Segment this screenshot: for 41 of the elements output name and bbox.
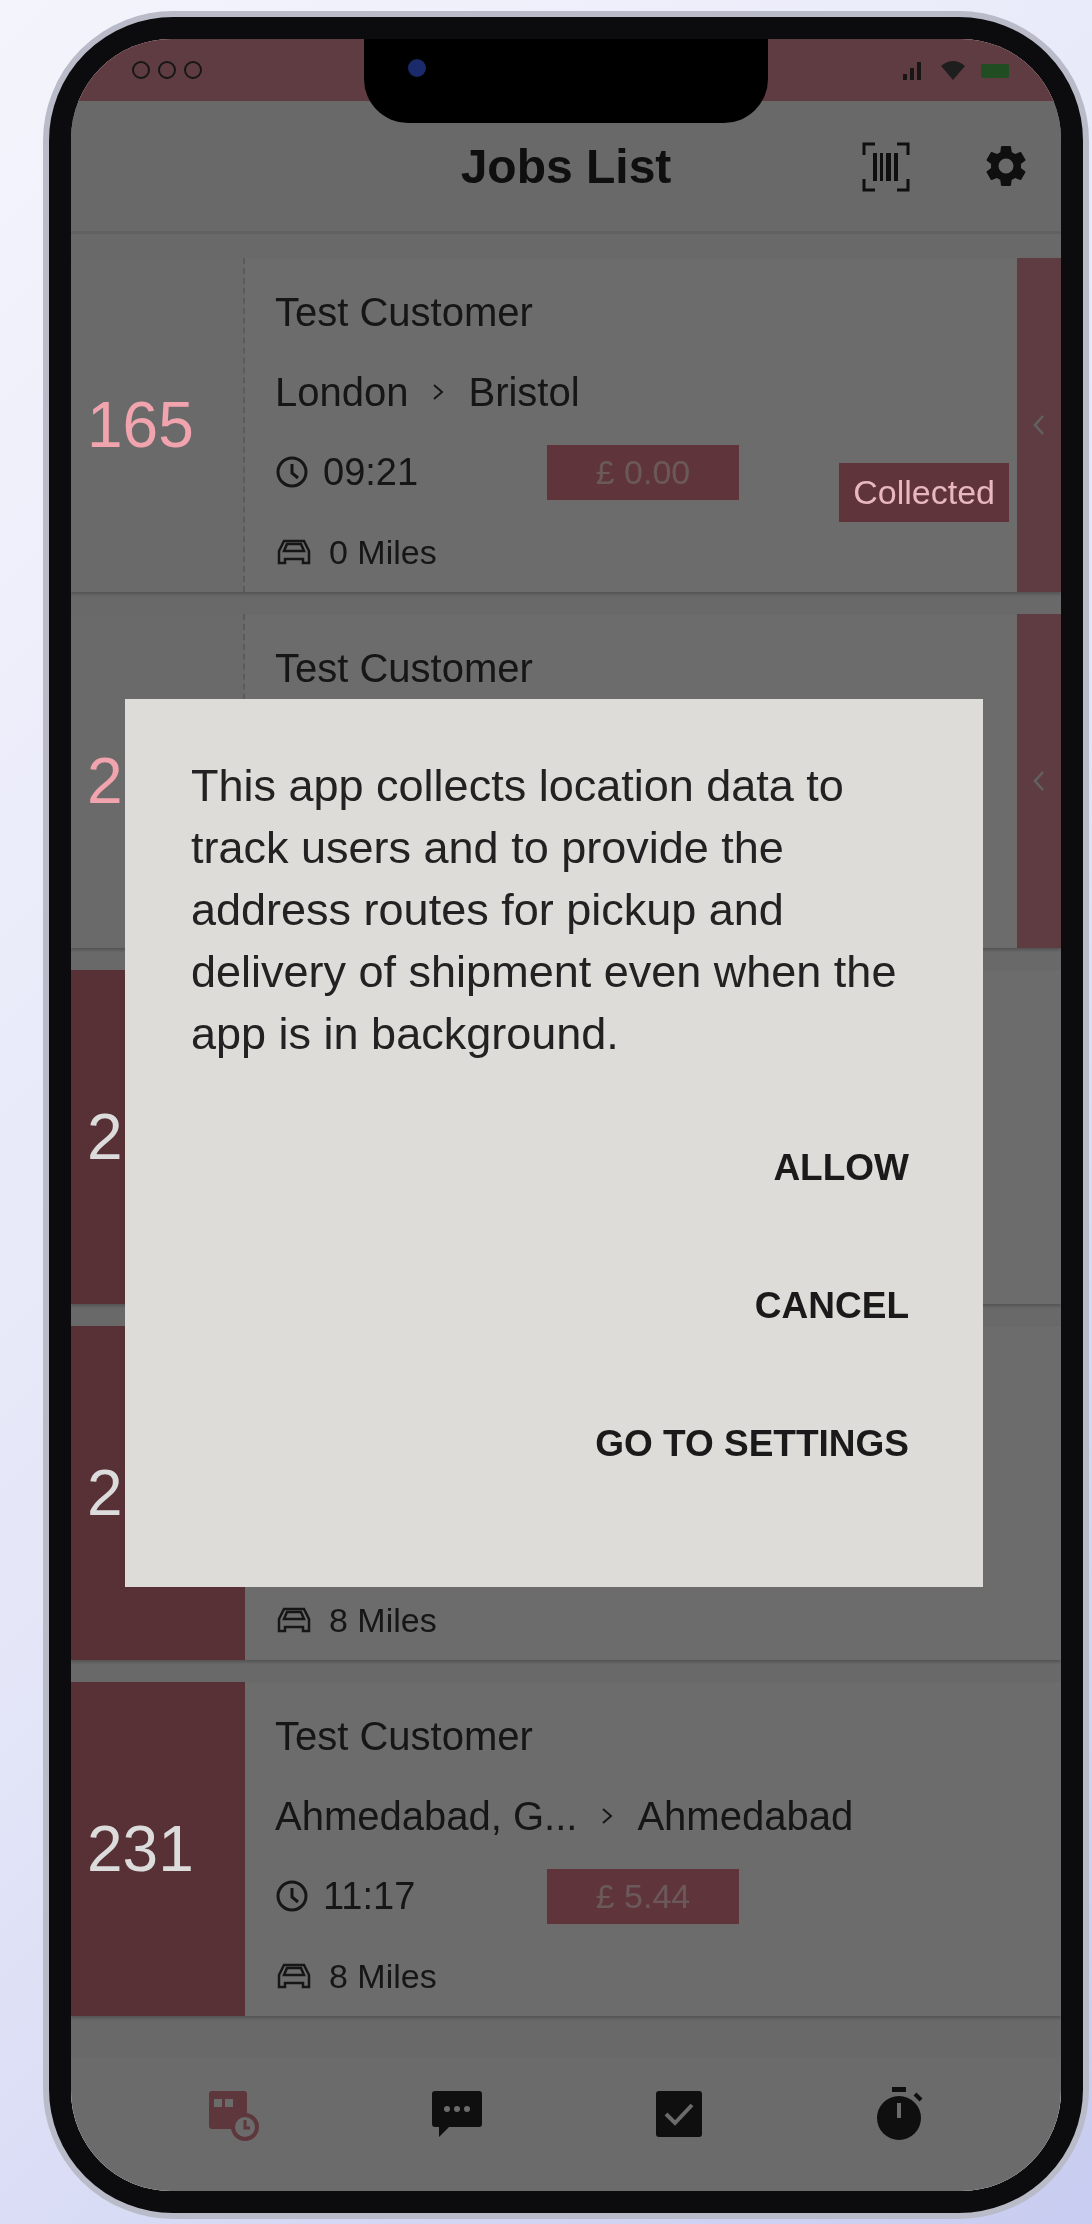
- screen-title: Jobs List: [460, 138, 672, 194]
- swipe-handle[interactable]: [1017, 614, 1061, 948]
- job-distance: 8 Miles: [329, 1600, 437, 1640]
- job-number: 2: [87, 1100, 123, 1174]
- chevron-right-icon: [432, 383, 445, 401]
- route-origin: Ahmedabad, G...: [275, 1793, 578, 1839]
- status-badge: Collected: [839, 462, 1009, 522]
- stopwatch-icon: [875, 2086, 925, 2142]
- job-number: 231: [87, 1812, 194, 1886]
- swipe-handle[interactable]: [1017, 258, 1061, 592]
- chat-icon: [431, 2089, 483, 2139]
- clock-icon: [275, 1879, 309, 1913]
- chevron-left-icon: [1033, 770, 1045, 792]
- customer-name: Test Customer: [275, 1713, 533, 1759]
- dialog-button[interactable]: ALLOW: [773, 1121, 909, 1215]
- chevron-left-icon: [1033, 414, 1045, 436]
- checkbox-icon: [655, 2090, 703, 2138]
- route-destination: Bristol: [468, 369, 580, 415]
- car-icon: [275, 1961, 313, 1991]
- clock-icon: [275, 455, 309, 489]
- chevron-right-icon: [601, 1807, 614, 1825]
- customer-name: Test Customer: [275, 645, 533, 691]
- job-distance: 0 Miles: [329, 532, 437, 572]
- car-icon: [275, 1605, 313, 1635]
- job-time: 11:17: [323, 1874, 416, 1918]
- job-time: 09:21: [323, 450, 419, 494]
- route-destination: Ahmedabad: [637, 1793, 854, 1839]
- dialog-message: This app collects location data to track users and to provide the address routes for pickup and delivery of shipment even when the app is in background.: [191, 759, 898, 1061]
- car-icon: [275, 537, 313, 567]
- job-distance: 8 Miles: [329, 1956, 437, 1996]
- job-number: 2: [87, 744, 123, 818]
- dialog-button[interactable]: CANCEL: [754, 1259, 909, 1353]
- notification-icon: [131, 60, 151, 80]
- dialog-button[interactable]: GO TO SETTINGS: [595, 1397, 909, 1491]
- notification-icon: [157, 60, 177, 80]
- barcode-scan-icon[interactable]: [861, 141, 911, 193]
- route-origin: London: [275, 369, 409, 415]
- customer-name: Test Customer: [275, 289, 533, 335]
- job-number: 165: [87, 388, 194, 462]
- notification-icon: [183, 60, 203, 80]
- job-number: 2: [87, 1456, 123, 1530]
